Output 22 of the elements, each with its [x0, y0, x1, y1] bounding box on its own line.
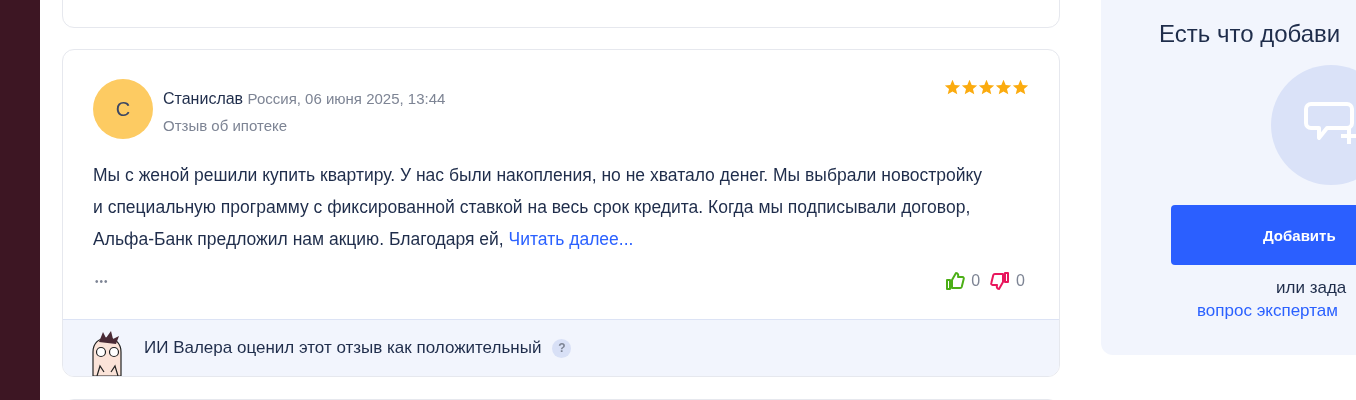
add-review-button[interactable]: Добавить [1171, 205, 1356, 265]
author-name[interactable]: Станислав [163, 90, 244, 107]
dislike-count: 0 [1016, 272, 1025, 290]
ask-experts-link[interactable]: вопрос экспертам [1197, 301, 1356, 321]
read-more-link[interactable]: Читать далее... [508, 229, 634, 249]
thumbs-up-icon[interactable] [945, 271, 966, 291]
star-icon [978, 79, 995, 96]
ai-verdict-text: ИИ Валера оценил этот отзыв как положительный [144, 338, 542, 358]
avatar: С [93, 79, 153, 139]
star-icon [944, 79, 961, 96]
thumbs-down-icon[interactable] [990, 271, 1011, 291]
star-icon [995, 79, 1012, 96]
like-count: 0 [971, 272, 981, 290]
help-icon[interactable]: ? [552, 338, 572, 358]
review-topic: Отзыв об ипотеке [163, 117, 289, 134]
review-text: Мы с женой решили купить квартиру. У нас были накопления, но не хватало денег. Мы выбрали новостройку и специальную программу с фиксированной ставкой на весь срок кредита. Когда мы подписывали договор, Альфа-Банк предложил нам акцию. Благодаря ей, Читать далее... [93, 164, 984, 251]
ask-text: или зада [1276, 278, 1348, 298]
sidebar-heading: Есть что добави [1159, 20, 1342, 48]
more-button[interactable]: ••• [95, 275, 109, 287]
star-icon [1012, 79, 1029, 96]
review-meta: Россия, 06 июня 2025, 13:44 [247, 90, 446, 107]
star-icon [961, 79, 978, 96]
